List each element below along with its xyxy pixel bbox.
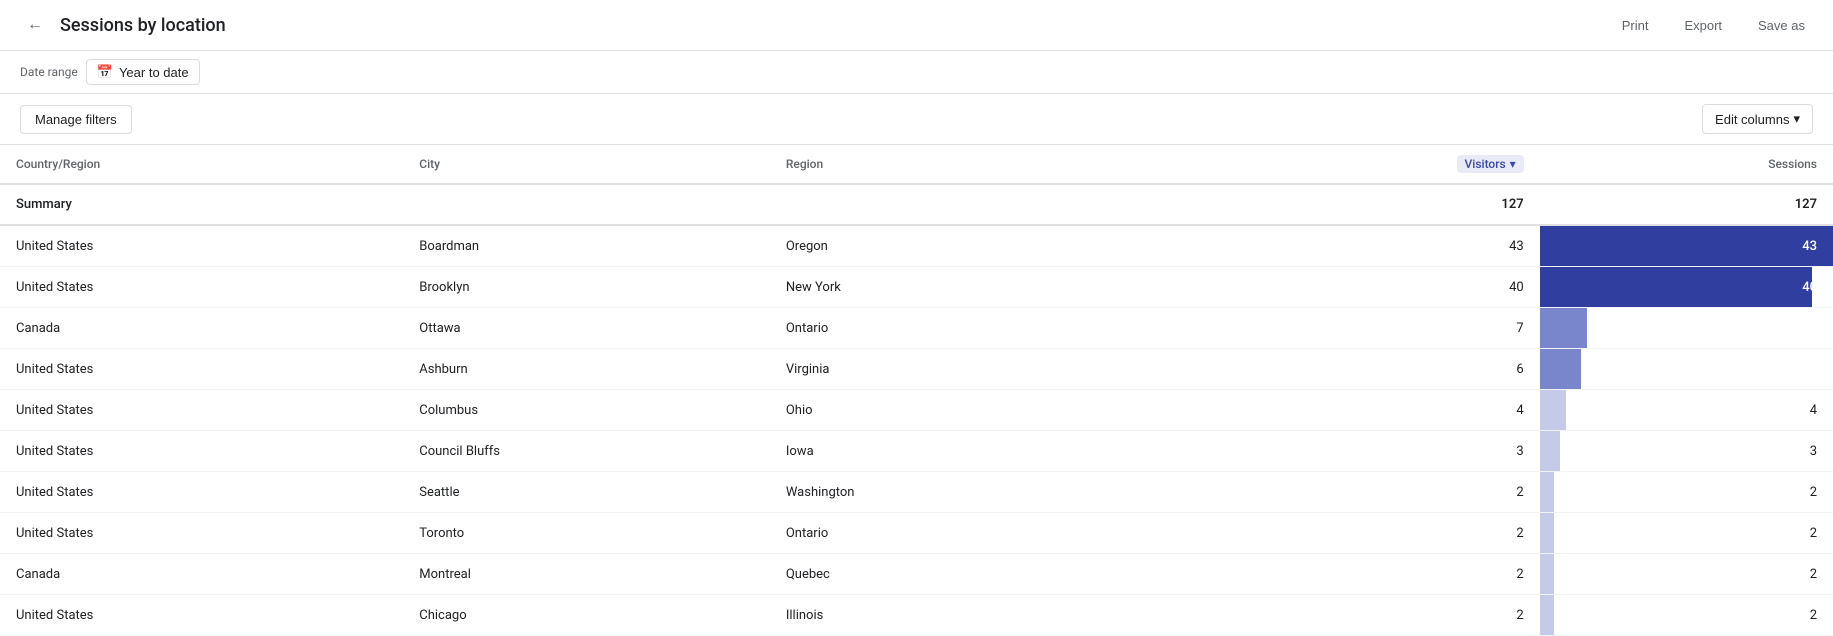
table-row: United StatesBrooklynNew York4040 xyxy=(0,267,1833,308)
cell-visitors: 43 xyxy=(1320,225,1540,267)
cell-city: Seattle xyxy=(403,472,770,513)
summary-row: Summary 127 127 xyxy=(0,184,1833,225)
cell-country: United States xyxy=(0,349,403,390)
cell-country: United States xyxy=(0,390,403,431)
page-title: Sessions by location xyxy=(60,15,226,36)
filters-row: Manage filters Edit columns ▾ xyxy=(0,94,1833,145)
cell-region: Virginia xyxy=(770,349,1320,390)
cell-region: Oregon xyxy=(770,225,1320,267)
cell-region: New York xyxy=(770,267,1320,308)
date-range-section: Date range 📅 Year to date xyxy=(20,59,200,85)
table-row: United StatesChicagoIllinois22 xyxy=(0,595,1833,636)
cell-country: United States xyxy=(0,513,403,554)
cell-region: Ohio xyxy=(770,390,1320,431)
edit-columns-button[interactable]: Edit columns ▾ xyxy=(1702,104,1813,134)
date-range-label: Date range xyxy=(20,65,78,79)
summary-label: Summary xyxy=(0,184,403,225)
cell-visitors: 3 xyxy=(1320,431,1540,472)
cell-city: Toronto xyxy=(403,513,770,554)
cell-city: Columbus xyxy=(403,390,770,431)
col-header-city: City xyxy=(403,145,770,184)
cell-sessions: 2 xyxy=(1540,554,1833,595)
page-header: ← Sessions by location Print Export Save… xyxy=(0,0,1833,51)
summary-sessions: 127 xyxy=(1540,184,1833,225)
cell-city: Chicago xyxy=(403,595,770,636)
cell-visitors: 2 xyxy=(1320,554,1540,595)
date-range-toolbar: Date range 📅 Year to date xyxy=(0,51,1833,94)
table-row: United StatesTorontoOntario22 xyxy=(0,513,1833,554)
table-row: United StatesColumbusOhio44 xyxy=(0,390,1833,431)
cell-city: Council Bluffs xyxy=(403,431,770,472)
chevron-down-icon: ▾ xyxy=(1793,111,1800,127)
table-row: CanadaOttawaOntario77 xyxy=(0,308,1833,349)
table-header-row: Country/Region City Region Visitors ▾ Se… xyxy=(0,145,1833,184)
cell-sessions: 6 xyxy=(1540,349,1833,390)
visitors-sort-badge[interactable]: Visitors ▾ xyxy=(1457,155,1524,173)
cell-visitors: 40 xyxy=(1320,267,1540,308)
manage-filters-button[interactable]: Manage filters xyxy=(20,105,132,134)
cell-country: United States xyxy=(0,431,403,472)
table-row: United StatesAshburnVirginia66 xyxy=(0,349,1833,390)
cell-city: Boardman xyxy=(403,225,770,267)
cell-region: Illinois xyxy=(770,595,1320,636)
calendar-icon: 📅 xyxy=(97,64,113,80)
cell-sessions: 2 xyxy=(1540,472,1833,513)
cell-country: United States xyxy=(0,472,403,513)
cell-city: Ottawa xyxy=(403,308,770,349)
cell-region: Iowa xyxy=(770,431,1320,472)
cell-visitors: 7 xyxy=(1320,308,1540,349)
cell-sessions: 2 xyxy=(1540,595,1833,636)
table-row: CanadaMontrealQuebec22 xyxy=(0,554,1833,595)
cell-sessions: 40 xyxy=(1540,267,1833,308)
summary-visitors: 127 xyxy=(1320,184,1540,225)
save-as-button[interactable]: Save as xyxy=(1750,14,1813,37)
back-button[interactable]: ← xyxy=(20,10,50,40)
print-button[interactable]: Print xyxy=(1614,14,1657,37)
cell-visitors: 2 xyxy=(1320,472,1540,513)
cell-country: United States xyxy=(0,595,403,636)
sort-icon: ▾ xyxy=(1510,157,1516,171)
cell-visitors: 6 xyxy=(1320,349,1540,390)
cell-sessions: 2 xyxy=(1540,513,1833,554)
cell-country: United States xyxy=(0,267,403,308)
col-header-sessions: Sessions xyxy=(1540,145,1833,184)
cell-region: Washington xyxy=(770,472,1320,513)
col-header-country: Country/Region xyxy=(0,145,403,184)
date-range-button[interactable]: 📅 Year to date xyxy=(86,59,200,85)
cell-country: Canada xyxy=(0,554,403,595)
cell-visitors: 4 xyxy=(1320,390,1540,431)
cell-city: Montreal xyxy=(403,554,770,595)
cell-visitors: 2 xyxy=(1320,513,1540,554)
cell-region: Ontario xyxy=(770,308,1320,349)
cell-sessions: 43 xyxy=(1540,225,1833,267)
export-button[interactable]: Export xyxy=(1676,14,1730,37)
cell-sessions: 3 xyxy=(1540,431,1833,472)
table-row: United StatesBoardmanOregon4343 xyxy=(0,225,1833,267)
date-range-value: Year to date xyxy=(119,65,189,80)
cell-country: Canada xyxy=(0,308,403,349)
header-actions: Print Export Save as xyxy=(1614,14,1813,37)
cell-visitors: 2 xyxy=(1320,595,1540,636)
cell-sessions: 4 xyxy=(1540,390,1833,431)
data-table-container: Country/Region City Region Visitors ▾ Se… xyxy=(0,145,1833,636)
cell-city: Brooklyn xyxy=(403,267,770,308)
header-left: ← Sessions by location xyxy=(20,10,226,40)
table-row: United StatesCouncil BluffsIowa33 xyxy=(0,431,1833,472)
cell-country: United States xyxy=(0,225,403,267)
col-header-visitors[interactable]: Visitors ▾ xyxy=(1320,145,1540,184)
cell-sessions: 7 xyxy=(1540,308,1833,349)
col-header-region: Region xyxy=(770,145,1320,184)
cell-region: Ontario xyxy=(770,513,1320,554)
table-row: United StatesSeattleWashington22 xyxy=(0,472,1833,513)
cell-region: Quebec xyxy=(770,554,1320,595)
sessions-table: Country/Region City Region Visitors ▾ Se… xyxy=(0,145,1833,636)
cell-city: Ashburn xyxy=(403,349,770,390)
